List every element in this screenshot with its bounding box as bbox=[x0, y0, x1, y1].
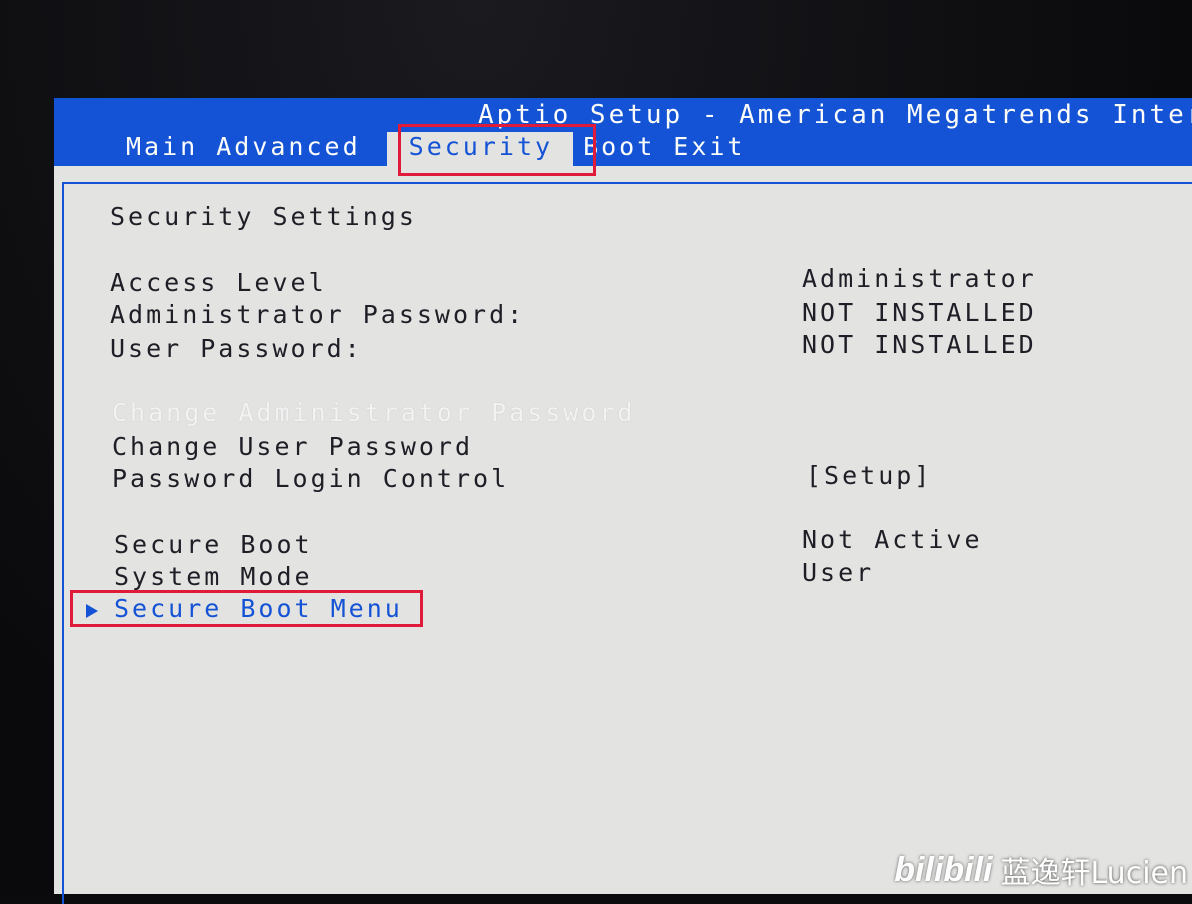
tab-boot[interactable]: Boot bbox=[583, 132, 673, 166]
secure-boot-menu-item[interactable]: Secure Boot Menu bbox=[114, 594, 403, 623]
user-password-value: NOT INSTALLED bbox=[802, 330, 1037, 359]
change-user-password-item[interactable]: Change User Password bbox=[112, 432, 473, 461]
system-mode-label: System Mode bbox=[114, 562, 313, 591]
admin-password-label: Administrator Password: bbox=[110, 300, 526, 329]
tab-bar: Main Advanced Security Boot Exit bbox=[126, 132, 764, 166]
bilibili-watermark: bilibili 蓝逸轩Lucien bbox=[894, 848, 1188, 892]
bios-title: Aptio Setup - American Megatrends Inter bbox=[478, 100, 1192, 130]
bios-header-bar: Aptio Setup - American Megatrends Inter … bbox=[54, 98, 1192, 166]
access-level-value: Administrator bbox=[802, 264, 1037, 293]
password-login-control-value[interactable]: [Setup] bbox=[806, 461, 932, 490]
secure-boot-label: Secure Boot bbox=[114, 530, 313, 559]
system-mode-value: User bbox=[802, 558, 875, 587]
access-level-label: Access Level bbox=[110, 268, 327, 297]
admin-password-value: NOT INSTALLED bbox=[802, 298, 1037, 327]
tab-security[interactable]: Security bbox=[386, 132, 574, 166]
user-password-label: User Password: bbox=[110, 334, 363, 363]
photo-background: Aptio Setup - American Megatrends Inter … bbox=[0, 0, 1192, 904]
tab-advanced[interactable]: Advanced bbox=[216, 132, 378, 166]
author-name: 蓝逸轩Lucien bbox=[1000, 856, 1189, 891]
settings-panel: Security Settings Access Level Administr… bbox=[62, 182, 1192, 904]
password-login-control-item[interactable]: Password Login Control bbox=[112, 464, 509, 493]
tab-main[interactable]: Main bbox=[126, 132, 216, 166]
tab-exit[interactable]: Exit bbox=[673, 132, 763, 166]
change-admin-password-item[interactable]: Change Administrator Password bbox=[112, 398, 636, 427]
submenu-arrow-icon bbox=[86, 604, 98, 618]
secure-boot-value: Not Active bbox=[802, 525, 983, 554]
bilibili-logo: bilibili bbox=[894, 850, 993, 889]
section-title: Security Settings bbox=[110, 202, 417, 231]
bios-setup-window: Aptio Setup - American Megatrends Inter … bbox=[54, 98, 1192, 904]
